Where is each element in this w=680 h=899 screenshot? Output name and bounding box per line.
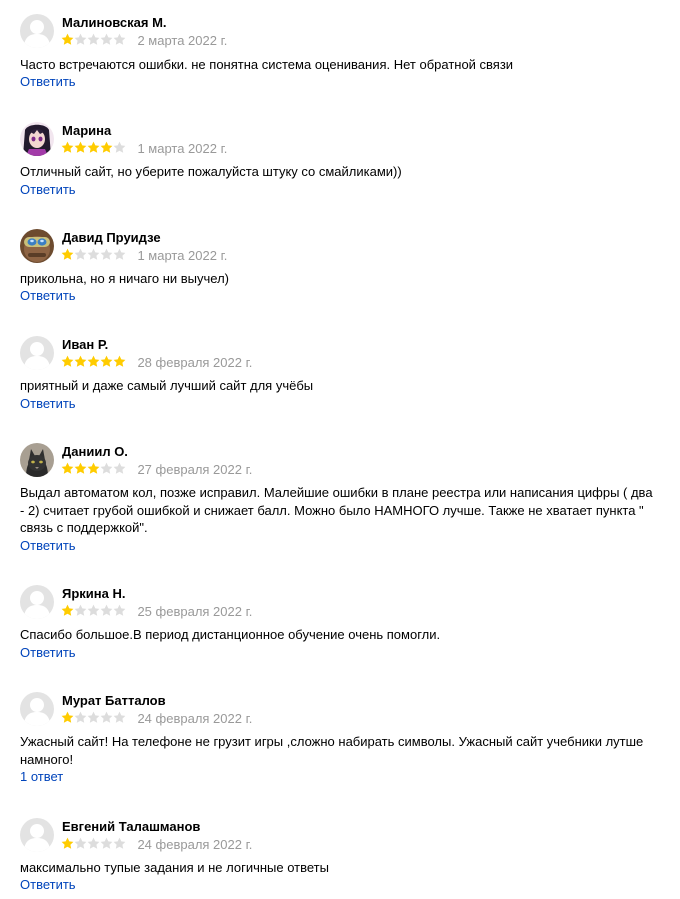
review-date: 27 февраля 2022 г. [137, 461, 253, 477]
star-empty-icon [100, 33, 113, 46]
star-empty-icon [100, 837, 113, 850]
star-empty-icon [87, 33, 100, 46]
star-rating [61, 246, 126, 264]
reviews-list: Малиновская М. 2 марта 2022 г. Часто вст… [0, 0, 680, 899]
reply-link[interactable]: Ответить [20, 538, 76, 553]
star-filled-icon [74, 462, 87, 475]
rating-row: 1 марта 2022 г. [61, 139, 228, 157]
star-empty-icon [113, 604, 126, 617]
star-filled-icon [61, 604, 74, 617]
reply-link[interactable]: Ответить [20, 288, 76, 303]
star-empty-icon [113, 33, 126, 46]
star-empty-icon [100, 604, 113, 617]
reply-link[interactable]: Ответить [20, 74, 76, 89]
star-empty-icon [74, 837, 87, 850]
star-empty-icon [87, 711, 100, 724]
review-text: максимально тупые задания и не логичные … [20, 860, 329, 875]
review-date: 24 февраля 2022 г. [137, 710, 253, 726]
star-filled-icon [61, 462, 74, 475]
star-empty-icon [74, 604, 87, 617]
star-empty-icon [113, 462, 126, 475]
reply-link[interactable]: Ответить [20, 182, 76, 197]
review-date: 25 февраля 2022 г. [137, 603, 253, 619]
review-date: 24 февраля 2022 г. [137, 836, 253, 852]
star-empty-icon [87, 604, 100, 617]
avatar[interactable] [20, 818, 54, 852]
star-filled-icon [87, 141, 100, 154]
star-empty-icon [87, 837, 100, 850]
avatar[interactable] [20, 443, 54, 477]
review-author[interactable]: Давид Пруидзе [62, 230, 161, 245]
review-author[interactable]: Марина [62, 123, 111, 138]
review-text: приятный и даже самый лучший сайт для уч… [20, 378, 314, 393]
star-empty-icon [100, 248, 113, 261]
review-date: 2 марта 2022 г. [137, 32, 228, 48]
star-empty-icon [113, 711, 126, 724]
star-empty-icon [74, 33, 87, 46]
avatar[interactable] [20, 229, 54, 263]
review-text: прикольна, но я ничаго ни выучел) [20, 271, 230, 286]
star-rating [61, 139, 126, 157]
replies-count-link[interactable]: 1 ответ [20, 769, 63, 784]
rating-row: 28 февраля 2022 г. [61, 353, 253, 371]
star-filled-icon [87, 355, 100, 368]
review-author[interactable]: Малиновская М. [62, 15, 167, 30]
reply-link[interactable]: Ответить [20, 396, 76, 411]
star-filled-icon [61, 141, 74, 154]
review-date: 28 февраля 2022 г. [137, 354, 253, 370]
rating-row: 24 февраля 2022 г. [61, 709, 253, 727]
star-rating [61, 31, 126, 49]
star-rating [61, 353, 126, 371]
avatar[interactable] [20, 14, 54, 48]
star-rating [61, 709, 126, 727]
star-filled-icon [61, 355, 74, 368]
star-filled-icon [74, 141, 87, 154]
star-rating [61, 835, 126, 853]
star-empty-icon [113, 141, 126, 154]
review-text: Выдал автоматом кол, позже исправил. Мал… [20, 485, 653, 535]
star-filled-icon [74, 355, 87, 368]
star-empty-icon [87, 248, 100, 261]
star-filled-icon [61, 248, 74, 261]
star-filled-icon [61, 711, 74, 724]
rating-row: 24 февраля 2022 г. [61, 835, 253, 853]
star-empty-icon [100, 462, 113, 475]
star-filled-icon [113, 355, 126, 368]
rating-row: 2 марта 2022 г. [61, 31, 228, 49]
star-empty-icon [74, 711, 87, 724]
review-text: Спасибо большое.В период дистанционное о… [20, 627, 441, 642]
reply-link[interactable]: Ответить [20, 645, 76, 660]
review-author[interactable]: Мурат Батталов [62, 693, 166, 708]
review-author[interactable]: Евгений Талашманов [62, 819, 200, 834]
review-date: 1 марта 2022 г. [137, 140, 228, 156]
star-empty-icon [100, 711, 113, 724]
avatar[interactable] [20, 585, 54, 619]
star-empty-icon [113, 248, 126, 261]
star-rating [61, 460, 126, 478]
review-date: 1 марта 2022 г. [137, 247, 228, 263]
star-filled-icon [87, 462, 100, 475]
review-text: Часто встречаются ошибки. не понятна сис… [20, 57, 514, 72]
review-text: Ужасный сайт! На телефоне не грузит игры… [20, 734, 644, 767]
star-empty-icon [74, 248, 87, 261]
rating-row: 27 февраля 2022 г. [61, 460, 253, 478]
star-filled-icon [100, 355, 113, 368]
star-empty-icon [113, 837, 126, 850]
review-author[interactable]: Иван Р. [62, 337, 108, 352]
star-filled-icon [100, 141, 113, 154]
rating-row: 25 февраля 2022 г. [61, 602, 253, 620]
rating-row: 1 марта 2022 г. [61, 246, 228, 264]
star-filled-icon [61, 33, 74, 46]
star-filled-icon [61, 837, 74, 850]
review-author[interactable]: Даниил О. [62, 444, 128, 459]
avatar[interactable] [20, 692, 54, 726]
reply-link[interactable]: Ответить [20, 877, 76, 892]
avatar[interactable] [20, 122, 54, 156]
star-rating [61, 602, 126, 620]
avatar[interactable] [20, 336, 54, 370]
review-text: Отличный сайт, но уберите пожалуйста шту… [20, 164, 402, 179]
review-author[interactable]: Яркина Н. [62, 586, 125, 601]
